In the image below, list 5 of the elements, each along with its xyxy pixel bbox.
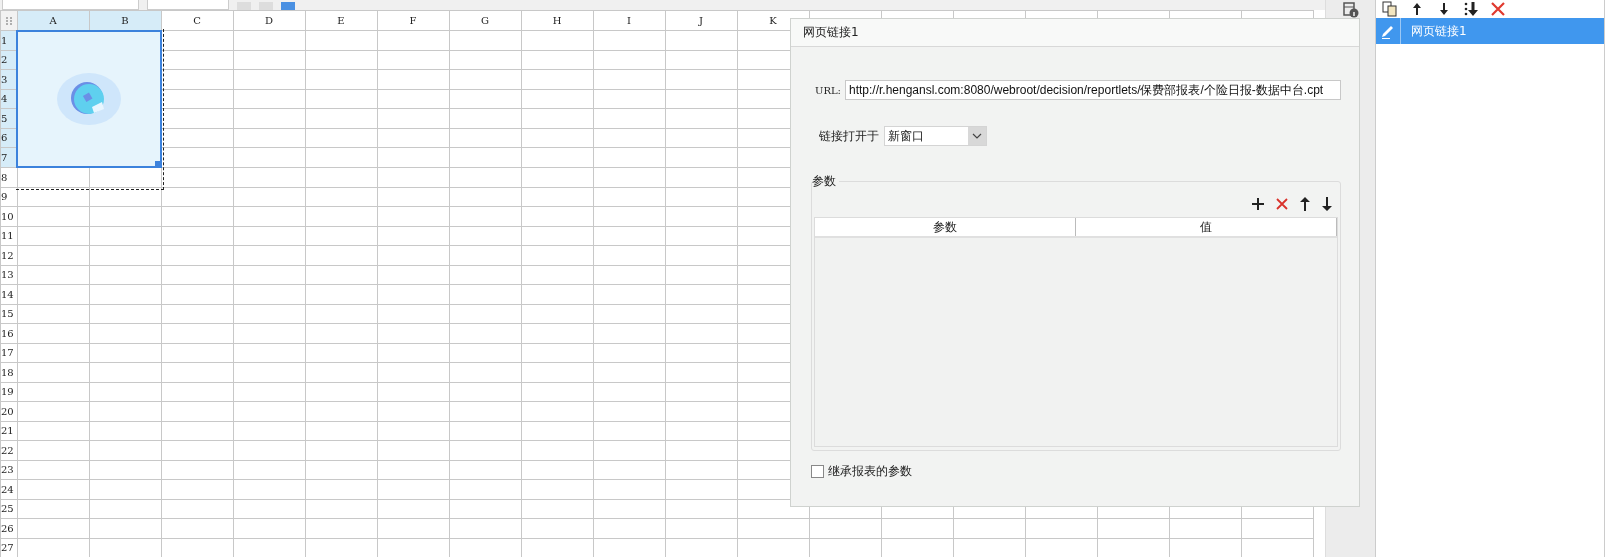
url-label: URL: <box>815 84 841 96</box>
open-in-label: 链接打开于 <box>819 127 879 145</box>
dialog-title: 网页链接1 <box>791 19 1359 47</box>
group-label: 参数 <box>812 173 839 190</box>
inherit-label: 继承报表的参数 <box>828 463 912 480</box>
